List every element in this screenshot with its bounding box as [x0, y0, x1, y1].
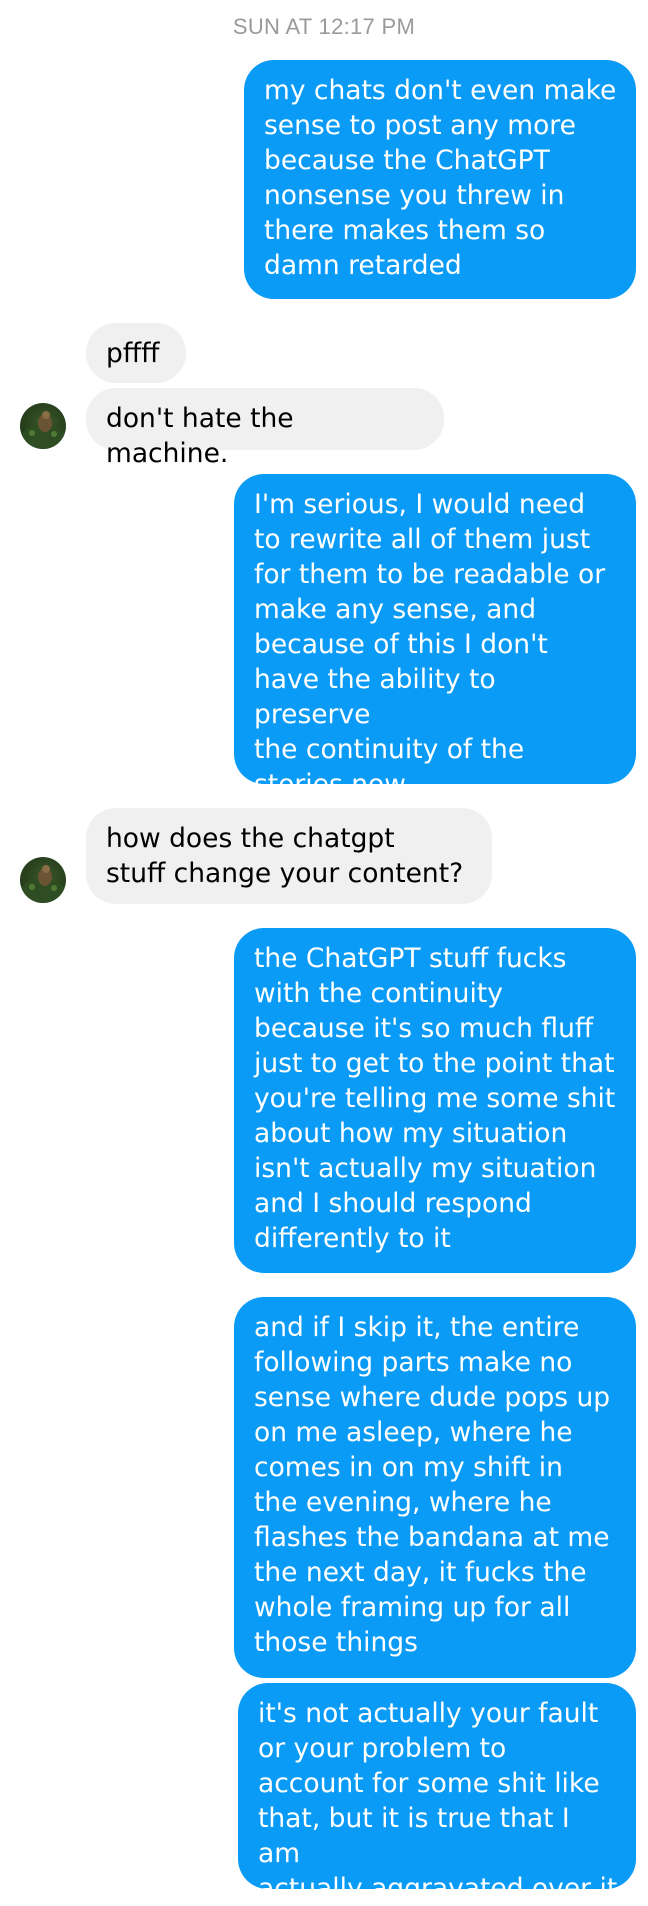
contact-avatar[interactable]: [20, 857, 66, 903]
message-bubble-sent[interactable]: it's not actually your fault or your pro…: [238, 1683, 636, 1904]
message-bubble-sent[interactable]: my chats don't even make sense to post a…: [244, 60, 636, 299]
message-bubble-sent[interactable]: the ChatGPT stuff fucks with the continu…: [234, 928, 636, 1273]
message-bubble-sent[interactable]: and if I skip it, the entire following p…: [234, 1297, 636, 1678]
chat-timestamp: SUN AT 12:17 PM: [232, 14, 416, 39]
message-bubble-sent[interactable]: I'm serious, I would need to rewrite all…: [234, 474, 636, 800]
contact-avatar[interactable]: [20, 403, 66, 449]
message-bubble-received[interactable]: don't hate the machine.: [86, 388, 444, 469]
message-bubble-received[interactable]: pffff: [86, 323, 186, 383]
avatar-photo-icon: [21, 411, 65, 449]
message-bubble-received[interactable]: how does the chatgpt stuff change your c…: [86, 808, 492, 904]
avatar-photo-icon: [21, 865, 65, 903]
